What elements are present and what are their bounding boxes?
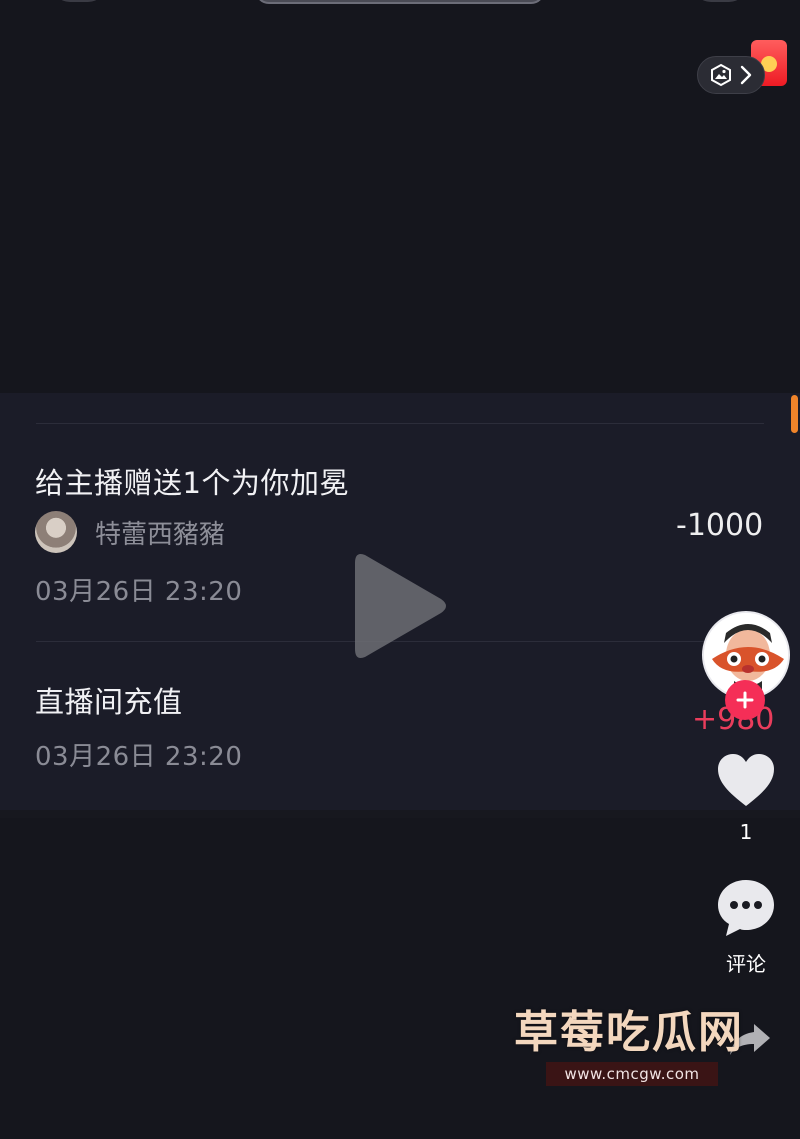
video-screen: 给主播赠送1个为你加冕 特蕾西豬豬 -1000 03月26日 23:20 直播间… [0,0,800,1139]
image-icon [709,63,733,87]
like-count: 1 [739,820,753,844]
heart-icon[interactable] [716,752,776,808]
scroll-indicator[interactable] [791,395,798,433]
comment-label: 评论 [726,952,766,976]
divider [36,423,764,424]
watermark-title: 草莓吃瓜网 [514,1007,744,1058]
transaction-amount: -1000 [676,508,764,543]
follow-button[interactable] [725,680,765,720]
transaction-time: 03月26日 23:20 [35,742,243,772]
user-avatar[interactable] [35,511,77,553]
top-right-control[interactable] [693,0,747,2]
transaction-time: 03月26日 23:20 [35,577,243,607]
comment-icon[interactable] [716,878,776,938]
plus-icon [736,691,754,709]
watermark-url: www.cmcgw.com [546,1062,718,1086]
play-icon[interactable] [351,547,451,665]
user-name[interactable]: 特蕾西豬豬 [95,514,225,551]
top-search-pill[interactable] [255,0,545,4]
image-gallery-button[interactable] [697,56,765,94]
top-left-control[interactable] [52,0,106,2]
chevron-right-icon [739,64,753,86]
transaction-title: 直播间充值 [35,685,183,719]
card-edge [0,810,800,818]
transaction-title: 给主播赠送1个为你加冕 [35,466,349,500]
